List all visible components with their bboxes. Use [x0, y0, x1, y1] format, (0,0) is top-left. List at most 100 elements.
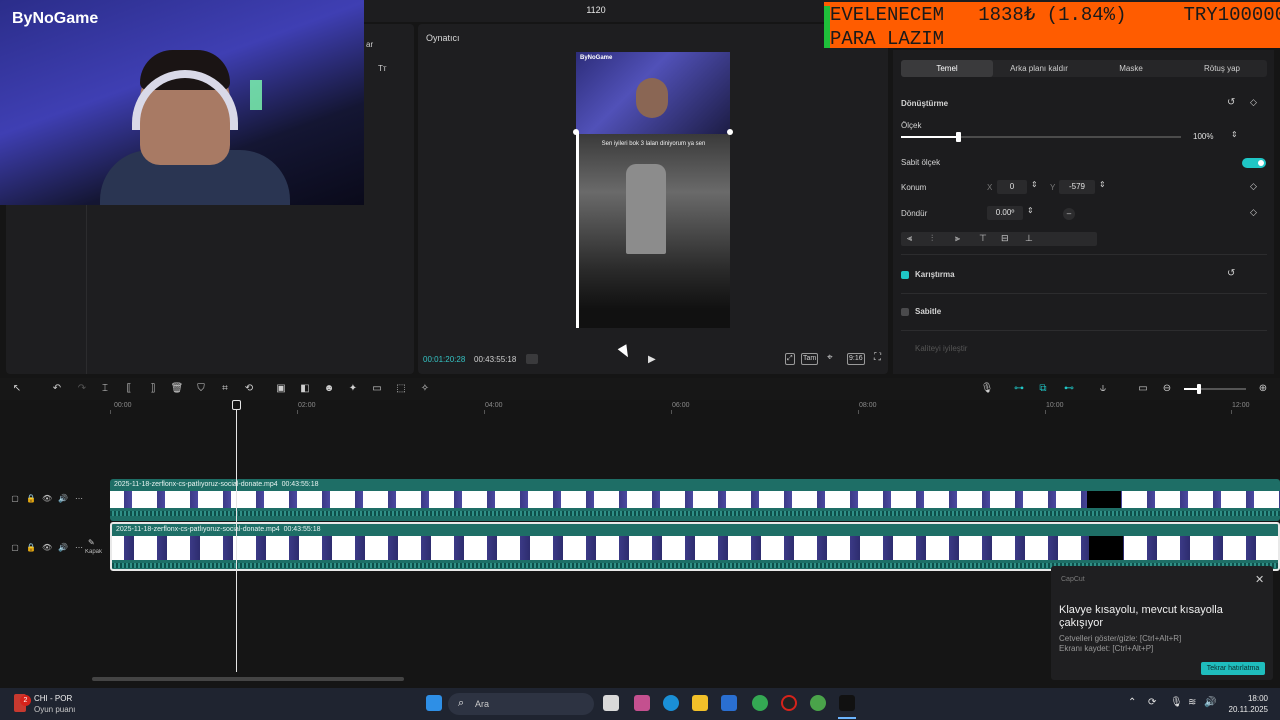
blend-section-title[interactable]: Karıştırma [915, 270, 955, 279]
stabilize-checkbox[interactable] [901, 308, 909, 316]
capcut-icon[interactable] [839, 695, 855, 711]
copilot-icon[interactable] [634, 695, 650, 711]
smart-crop-icon[interactable]: ⬚ [394, 383, 408, 395]
tray-wifi-icon[interactable]: ≋ [1188, 697, 1196, 708]
track-1-audio-icon[interactable]: 🔊 [58, 494, 68, 503]
track-2-lock-icon[interactable]: 🔒 [26, 543, 36, 552]
fullscreen-icon[interactable]: ⛶ [873, 353, 882, 365]
align-left-icon[interactable]: ⫷ [907, 233, 912, 244]
task-view-icon[interactable] [603, 695, 619, 711]
position-x-stepper-icon[interactable]: ⇕ [1031, 180, 1038, 189]
track-1-lock-icon[interactable]: 🔒 [26, 494, 36, 503]
scale-slider[interactable] [901, 132, 1181, 142]
position-y-input[interactable]: -579 [1059, 180, 1095, 194]
widget-title[interactable]: CHI - POR [34, 694, 72, 703]
chrome-profile-icon[interactable] [810, 695, 826, 711]
tab-mask[interactable]: Maske [1085, 60, 1177, 77]
align-bottom-icon[interactable]: ⊥ [1025, 233, 1033, 244]
position-keyframe-icon[interactable]: ◇ [1250, 181, 1257, 192]
align-top-icon[interactable]: ⊤ [979, 233, 987, 244]
playhead[interactable] [236, 404, 237, 672]
clock-date[interactable]: 20.11.2025 [1214, 705, 1268, 714]
timeline-ruler[interactable]: 00:00 02:00 04:00 06:00 08:00 10:00 12:0… [110, 400, 1280, 414]
close-icon[interactable]: ✕ [1255, 573, 1264, 586]
microphone-icon[interactable]: 🎙 [980, 383, 994, 395]
tab-basic[interactable]: Temel [901, 60, 993, 77]
align-center-icon[interactable]: ⫶ [931, 233, 933, 244]
caption-icon[interactable]: ▭ [1136, 383, 1150, 395]
scale-stepper-icon[interactable]: ⇕ [1231, 130, 1238, 139]
scale-value[interactable]: 100% [1193, 132, 1213, 141]
cover-edit-icon[interactable]: ✎ [88, 538, 95, 547]
crop-icon[interactable]: ⌗ [218, 383, 232, 395]
split-right-icon[interactable]: ⟧ [146, 383, 160, 395]
timeline-scrollbar[interactable] [92, 677, 404, 681]
align-right-icon[interactable]: ⫸ [955, 233, 960, 244]
mirror-icon[interactable]: ◧ [298, 383, 312, 395]
tray-microphone-icon[interactable]: 🎙 [1170, 697, 1183, 708]
preview-axis-icon[interactable]: ⊷ [1062, 383, 1076, 395]
ai-effects-icon[interactable]: ✧ [418, 383, 432, 395]
track-2-more-icon[interactable]: ⋯ [74, 543, 84, 552]
playhead-handle[interactable] [232, 400, 241, 410]
start-icon[interactable] [426, 695, 442, 711]
video-clip-2[interactable]: 2025-11-18-zerflonx-cs-patlıyoruz-social… [110, 522, 1280, 571]
video-preview[interactable]: ByNoGame Sen iyileri bok 3 lalan diniyor… [576, 52, 730, 328]
transform-section-title[interactable]: Dönüştürme [901, 99, 948, 108]
tray-sync-icon[interactable]: ⟳ [1148, 697, 1156, 708]
undo-icon[interactable]: ↶ [50, 383, 64, 395]
track-1-more-icon[interactable]: ⋯ [74, 494, 84, 503]
link-icon[interactable]: ⧉ [1036, 383, 1050, 395]
zoom-slider-thumb[interactable] [1197, 384, 1201, 394]
blend-checkbox[interactable] [901, 271, 909, 279]
edge-icon[interactable] [663, 695, 679, 711]
reset-blend-icon[interactable]: ↺ [1227, 268, 1235, 279]
select-tool-icon[interactable]: ↖ [10, 383, 24, 395]
stabilize-section-title[interactable]: Sabitle [915, 307, 941, 316]
uniform-scale-toggle[interactable] [1242, 158, 1266, 168]
split-icon[interactable]: ⌶ [98, 383, 112, 395]
text-filter-icon[interactable]: Tᴛ [378, 64, 387, 73]
clock-time[interactable]: 18:00 [1224, 694, 1268, 703]
subtitle-icon[interactable]: ▭ [370, 383, 384, 395]
tab-remove-background[interactable]: Arka planı kaldır [993, 60, 1085, 77]
play-button[interactable]: ▶ [648, 354, 660, 366]
track-2-type-icon[interactable]: ▢ [10, 543, 20, 552]
video-clip-1[interactable]: 2025-11-18-zerflonx-cs-patlıyoruz-social… [110, 479, 1280, 521]
full-quality-button[interactable]: Tam [801, 353, 819, 365]
transform-handle-right[interactable] [727, 129, 733, 135]
zoom-in-icon[interactable]: ⊕ [1256, 383, 1270, 395]
zoom-slider[interactable] [1184, 384, 1246, 394]
track-1-type-icon[interactable]: ▢ [10, 494, 20, 503]
zoom-out-icon[interactable]: ⊖ [1160, 383, 1174, 395]
cover-label[interactable]: Kapak [84, 549, 102, 555]
chrome-icon[interactable] [752, 695, 768, 711]
ai-person-icon[interactable]: ☻ [322, 383, 336, 395]
redo-icon[interactable]: ↷ [75, 383, 89, 395]
track-1-visibility-icon[interactable]: 👁 [42, 494, 52, 503]
keyframe-icon[interactable]: ◇ [1250, 97, 1257, 108]
track-2-audio-icon[interactable]: 🔊 [58, 543, 68, 552]
shield-icon[interactable]: ⛉ [194, 383, 208, 395]
transform-icon[interactable]: ⟲ [242, 383, 256, 395]
delete-icon[interactable]: 🗑 [170, 383, 184, 395]
position-x-input[interactable]: 0 [997, 180, 1027, 194]
main-track-magnet-icon[interactable]: ⊶ [1012, 383, 1026, 395]
store-icon[interactable] [721, 695, 737, 711]
scale-slider-thumb[interactable] [956, 132, 961, 142]
align-middle-icon[interactable]: ⊟ [1001, 233, 1009, 244]
rotate-keyframe-icon[interactable]: ◇ [1250, 207, 1257, 218]
crop-icon[interactable]: ⤢ [785, 353, 795, 365]
magic-wand-icon[interactable]: ✦ [346, 383, 360, 395]
rotate-dial[interactable]: – [1063, 208, 1075, 220]
rotate-input[interactable]: 0.00º [987, 206, 1023, 220]
position-y-stepper-icon[interactable]: ⇕ [1099, 180, 1106, 189]
snapshot-icon[interactable]: ⌖ [826, 353, 834, 365]
snap-icon[interactable]: ⫝ [1096, 383, 1110, 395]
widget-subtitle[interactable]: Oyun puanı [34, 705, 75, 714]
tab-retouch[interactable]: Rötuş yap [1177, 60, 1267, 77]
track-2-visibility-icon[interactable]: 👁 [42, 543, 52, 552]
split-left-icon[interactable]: ⟦ [122, 383, 136, 395]
freeze-frame-icon[interactable]: ▣ [274, 383, 288, 395]
reset-transform-icon[interactable]: ↺ [1227, 97, 1235, 108]
